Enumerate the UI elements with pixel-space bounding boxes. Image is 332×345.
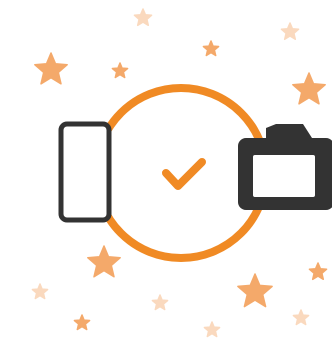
star-icon	[203, 321, 221, 338]
star-icon	[87, 245, 121, 278]
star-icon	[237, 273, 273, 308]
star-icon	[280, 22, 300, 41]
illustration-canvas	[0, 0, 332, 345]
star-icon	[292, 309, 310, 326]
camera-top-bump	[266, 124, 312, 138]
star-icon	[151, 294, 169, 311]
star-icon	[292, 72, 326, 105]
star-icon	[308, 262, 328, 281]
phone-icon	[58, 121, 112, 223]
star-icon	[202, 40, 220, 57]
star-icon	[34, 52, 68, 85]
illustration-svg	[31, 8, 332, 338]
star-icon	[73, 314, 91, 331]
camera-screen	[253, 155, 315, 197]
checkmark-icon	[162, 158, 206, 190]
star-icon	[111, 62, 129, 79]
star-icon	[31, 283, 49, 300]
camera-icon	[238, 124, 332, 210]
star-icon	[133, 8, 153, 27]
